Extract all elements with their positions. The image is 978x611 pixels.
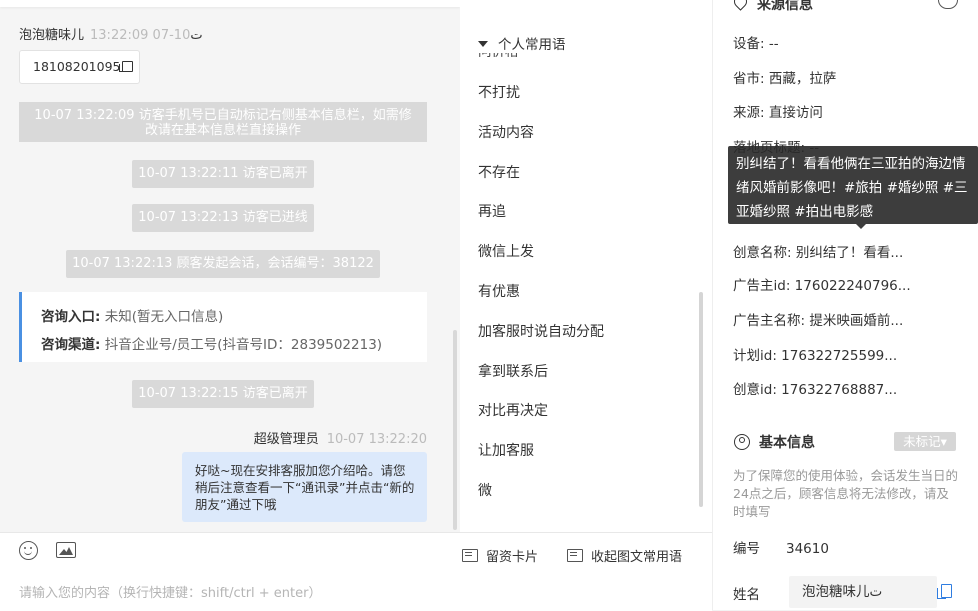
phone-number: 18108201095 [33, 59, 121, 74]
province-row: 省市: 西藏，拉萨 [733, 71, 837, 87]
chat-topbar [0, 0, 460, 7]
emoji-icon[interactable] [19, 541, 38, 560]
lead-card-button[interactable]: 留资卡片 [462, 546, 538, 565]
copy-icon[interactable] [119, 61, 134, 72]
name-label: 姓名 [733, 587, 760, 603]
system-message-phone-marked: 10-07 13:22:09 访客手机号已自动标记右侧基本信息栏，如需修改请在基… [19, 102, 427, 142]
id-row: 编号 34610 [733, 537, 829, 557]
phrase-scrollbar[interactable] [699, 292, 703, 507]
card-icon [462, 549, 478, 562]
visitor-header: 泡泡糖味儿ت10-07 13:22:09 [19, 24, 203, 43]
phone-card[interactable]: 18108201095 [19, 50, 140, 84]
source-row: 来源: 直接访问 [733, 105, 823, 121]
tag-dropdown[interactable]: 未标记▾ [894, 432, 956, 451]
phrase-item[interactable]: 让加客服 [478, 440, 534, 460]
channel-value: 抖音企业号/员工号(抖音号ID：2839502213) [104, 337, 383, 353]
basic-info-title: 基本信息 [734, 432, 815, 452]
system-message: 10-07 13:22:11 访客已离开 [132, 160, 314, 188]
entry-row: 咨询入口: 未知(暂无入口信息) [41, 303, 427, 331]
channel-row: 咨询渠道: 抖音企业号/员工号(抖音号ID：2839502213) [41, 331, 427, 359]
collapse-phrases-button[interactable]: 收起图文常用语 [567, 546, 682, 565]
message-input[interactable]: 请输入您的内容（换行快捷键：shift/ctrl + enter） [19, 582, 322, 601]
system-message: 10-07 13:22:13 访客已进线 [132, 204, 314, 232]
visitor-time: 10-07 13:22:09 [90, 28, 191, 43]
location-pin-icon [731, 0, 750, 11]
chat-card-icon [567, 549, 583, 562]
collapse-phrases-label: 收起图文常用语 [591, 550, 683, 565]
tooltip-arrow [856, 224, 866, 229]
creative-name-tooltip: 别纠结了！看看他俩在三亚拍的海边情绪风婚前影像吧！#旅拍 #婚纱照 #三亚婚纱照… [728, 146, 978, 224]
id-value: 34610 [786, 541, 829, 557]
user-icon [734, 434, 750, 450]
phrase-item[interactable]: 拿到联系后 [478, 361, 548, 381]
phrase-item[interactable]: 微信上发 [478, 241, 534, 261]
name-field[interactable]: 泡泡糖味儿ت [789, 576, 937, 608]
agent-time: 10-07 13:22:20 [326, 432, 427, 447]
agent-message-bubble: 好哒~现在安排客服加您介绍哈。请您稍后注意查看一下“通讯录”并点击“新的朋友”通… [182, 452, 427, 522]
system-message-left: 10-07 13:22:15 访客已离开 [132, 380, 314, 408]
caret-down-icon [478, 41, 488, 47]
phrase-item[interactable]: 加客服时说自动分配 [478, 321, 604, 341]
phrase-group-header[interactable]: 个人常用语 [478, 33, 572, 53]
agent-header: 超级管理员 10-07 13:22:20 [180, 428, 427, 447]
creative-id-row: 创意id: 176322768887... [733, 382, 898, 398]
image-icon[interactable] [56, 542, 76, 558]
agent-name: 超级管理员 [253, 432, 319, 447]
phrase-item[interactable]: 不存在 [478, 162, 520, 182]
chat-scrollbar[interactable] [453, 330, 457, 530]
phrase-item[interactable]: 微 [478, 480, 492, 500]
consult-info-card: 咨询入口: 未知(暂无入口信息) 咨询渠道: 抖音企业号/员工号(抖音号ID：2… [19, 292, 427, 362]
advertiser-name-row: 广告主名称: 提米映画婚前... [733, 313, 904, 329]
phrase-group-title: 个人常用语 [498, 37, 566, 53]
entry-value: 未知(暂无入口信息) [104, 309, 224, 325]
source-section-title: 来源信息 [731, 0, 813, 14]
id-label: 编号 [733, 541, 760, 557]
plan-id-row: 计划id: 176322725599... [733, 348, 898, 364]
copy-icon[interactable] [937, 584, 952, 599]
creative-name-row[interactable]: 创意名称: 别纠结了！看看... [733, 241, 903, 261]
phrase-item[interactable]: 再追 [478, 201, 506, 221]
phrase-item[interactable]: 不打扰 [478, 82, 520, 102]
channel-label: 咨询渠道: [41, 337, 101, 353]
lead-card-label: 留资卡片 [486, 550, 539, 565]
phrase-item[interactable]: 有优惠 [478, 281, 520, 301]
phrase-item[interactable]: 活动内容 [478, 122, 534, 142]
phrase-item[interactable]: 对比再决定 [478, 400, 548, 420]
device-row: 设备: -- [733, 36, 779, 52]
entry-label: 咨询入口: [41, 309, 101, 325]
system-message: 10-07 13:22:13 顾客发起会话，会话编号：38122 [66, 250, 380, 278]
edit-hint: 为了保障您的使用体验，会话发生当日的24点之后，顾客信息将无法修改，请及时填写 [733, 468, 959, 519]
advertiser-id-row: 广告主id: 176022240796... [733, 278, 911, 294]
